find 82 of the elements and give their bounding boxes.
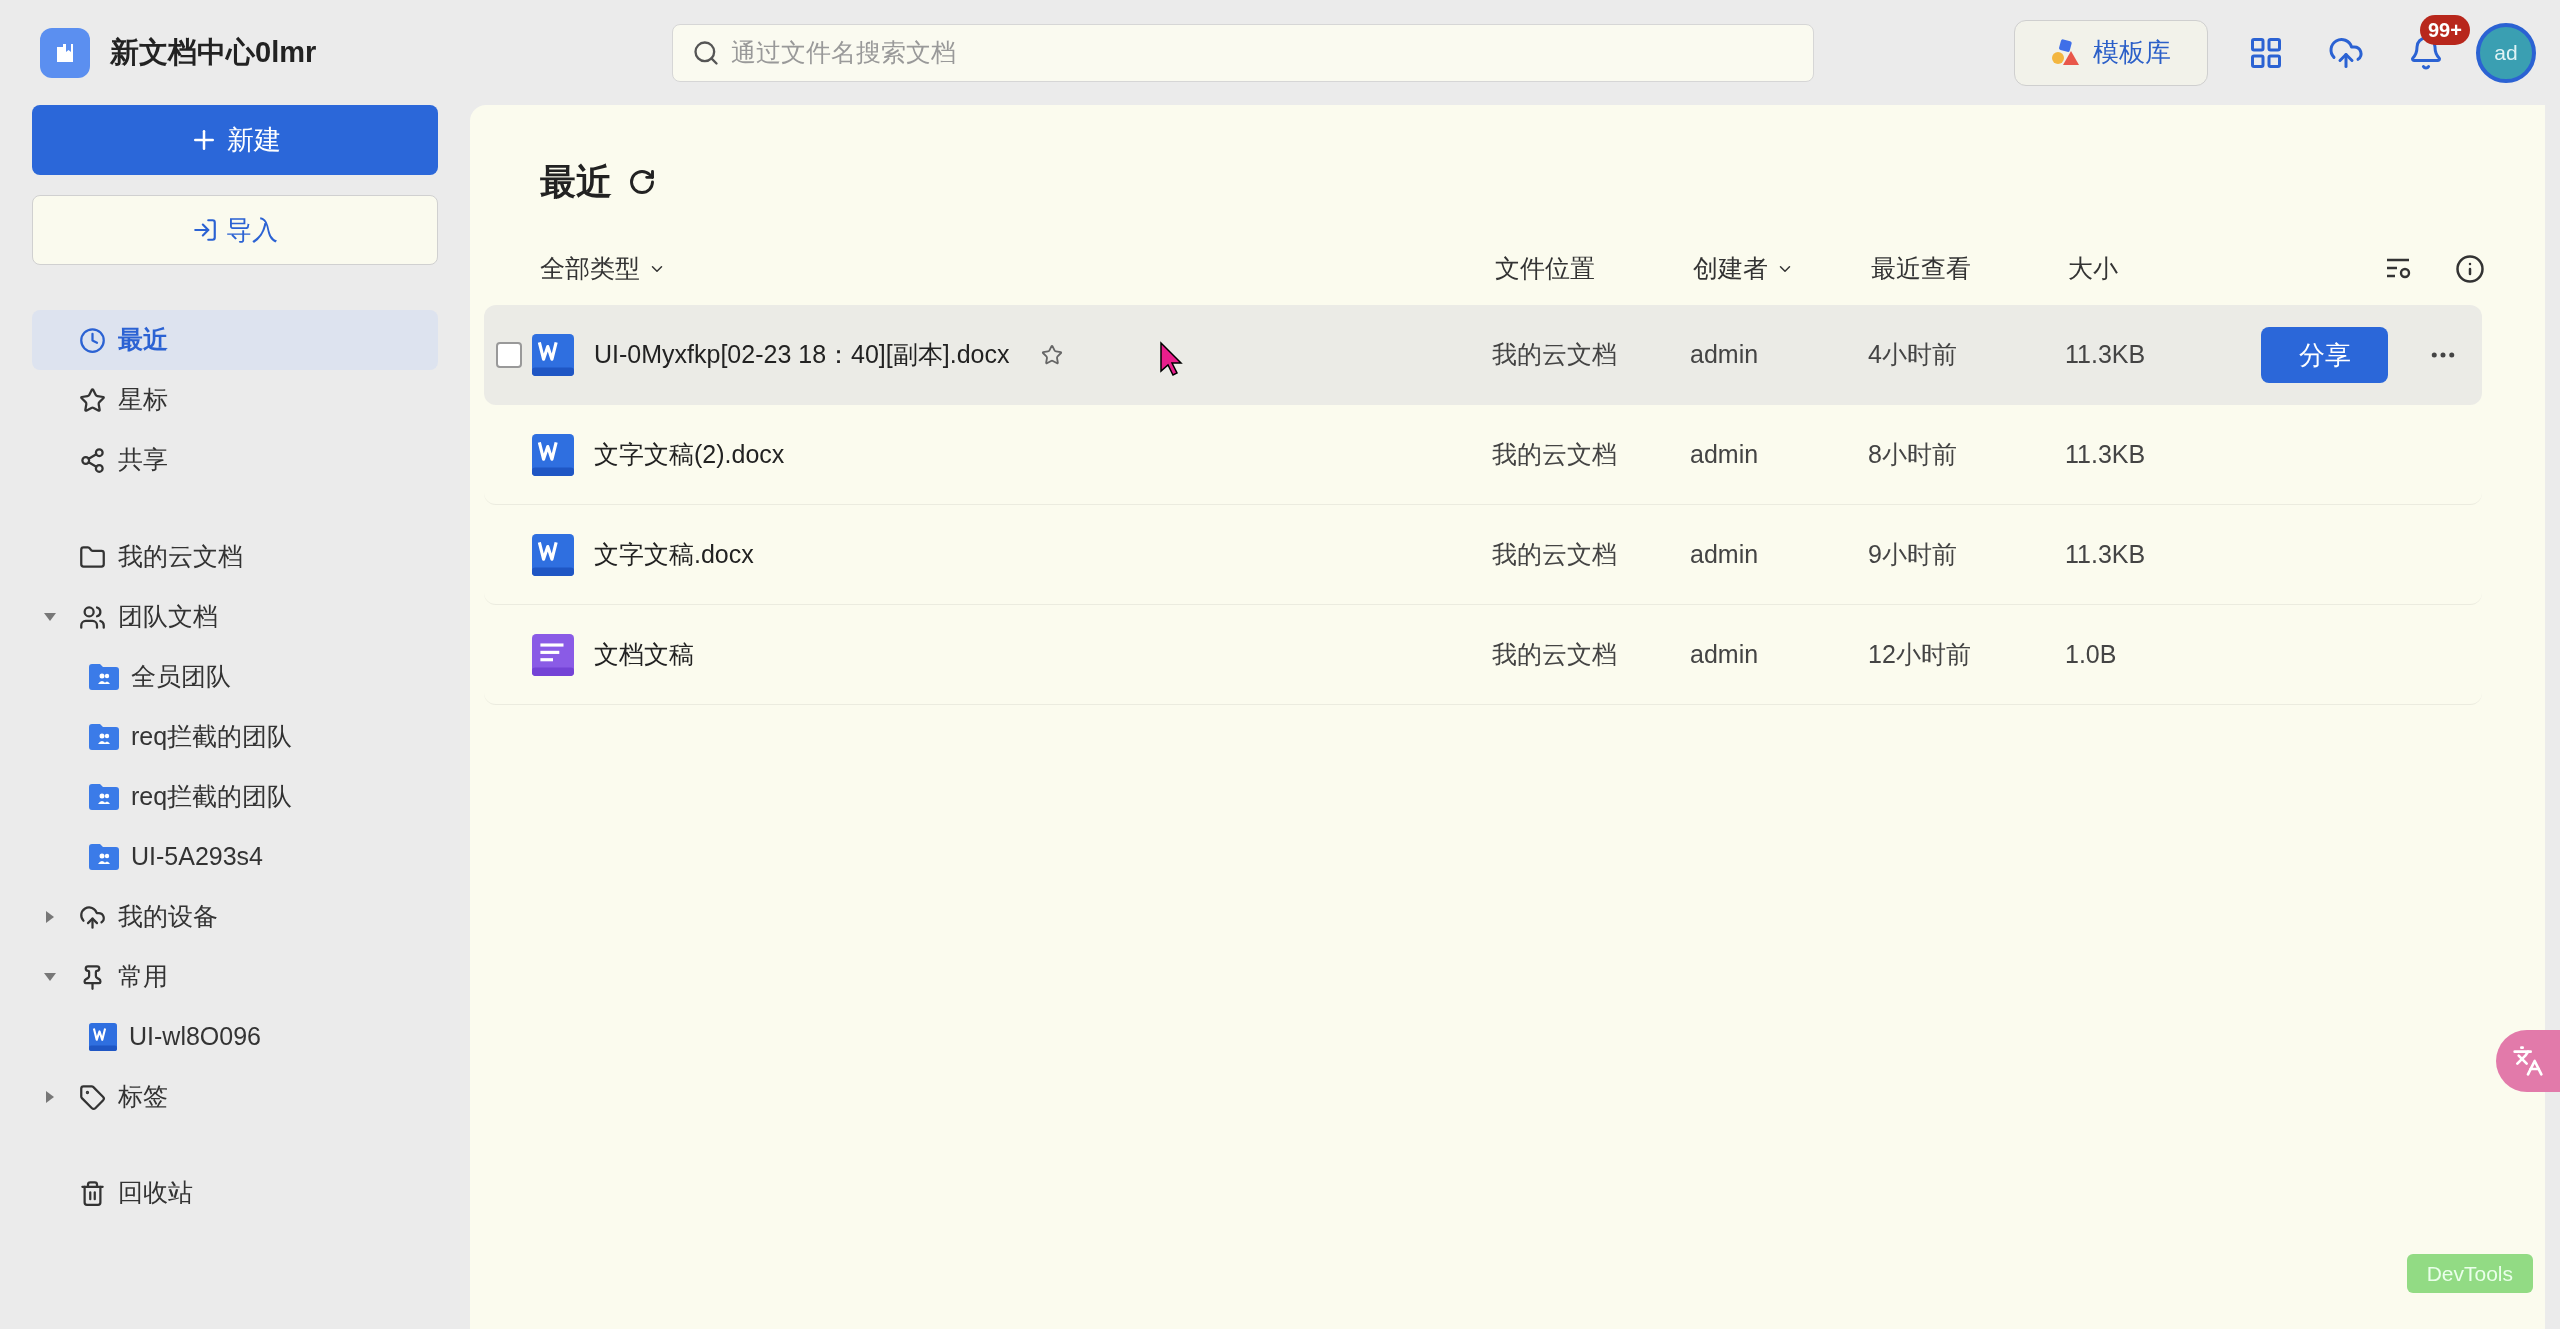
sidebar-item[interactable]: 回收站 (32, 1163, 438, 1223)
notification-badge: 99+ (2420, 14, 2470, 45)
sidebar-item[interactable]: 我的设备 (32, 887, 438, 947)
size-cell-text: 11.3KB (2065, 438, 2147, 470)
file-row[interactable]: UI-0Myxfkp[02-23 18：40][副本].docx 我的云文档 admin 4小时前 11.3KB 分享 (484, 305, 2482, 405)
sidebar-item[interactable]: 共享 (32, 430, 438, 490)
column-header: 大小 (2068, 253, 2118, 285)
sidebar-item[interactable]: 团队文档 (32, 587, 438, 647)
trash-icon (79, 1179, 106, 1207)
caret-right-icon[interactable] (44, 910, 55, 924)
share-icon (79, 446, 106, 474)
file-name[interactable]: 文字文稿(2).docx (594, 435, 785, 474)
word-file-icon (532, 433, 574, 476)
location-cell-text: 我的云文档 (1492, 638, 1618, 670)
people-icon (79, 603, 106, 631)
creator-cell-text: admin (1690, 339, 1760, 371)
import-icon (192, 217, 218, 243)
folder-icon (79, 543, 106, 571)
caret-right-icon[interactable] (44, 1090, 55, 1104)
column-header[interactable]: 创建者 (1693, 250, 1794, 288)
star-icon[interactable] (1041, 344, 1064, 366)
search-field[interactable]: 通过文件名搜索文档 (672, 23, 1814, 82)
creator-cell-text: admin (1690, 538, 1760, 570)
column-header: 文件位置 (1495, 253, 1595, 285)
caret-down-icon[interactable] (42, 972, 57, 982)
file-row[interactable]: 文字文稿.docx 我的云文档 admin 9小时前 11.3KB (484, 505, 2482, 605)
column-header: 最近查看 (1871, 253, 1971, 285)
star-icon (79, 386, 106, 414)
team-folder-icon (89, 724, 119, 750)
file-name[interactable]: UI-0Myxfkp[02-23 18：40][副本].docx (594, 336, 1010, 374)
size-cell-text: 11.3KB (2065, 339, 2147, 371)
share-button[interactable]: 分享 (2261, 327, 2388, 383)
location-cell-text: 我的云文档 (1492, 438, 1618, 470)
creator-cell-text: admin (1690, 638, 1760, 670)
size-cell-text: 1.0B (2065, 638, 2118, 670)
search-icon (692, 38, 720, 67)
sidebar-item[interactable]: 全员团队 (32, 647, 438, 707)
refresh-icon[interactable] (628, 168, 656, 196)
app-title: 新文档中心0lmr (110, 34, 317, 70)
sidebar-item[interactable]: 常用 (32, 947, 438, 1007)
sidebar-item[interactable]: 最近 (32, 310, 438, 370)
viewed-time-cell-text: 8小时前 (1868, 438, 1958, 470)
document-file-icon (532, 633, 574, 676)
file-name[interactable]: 文档文稿 (594, 635, 694, 674)
cloud-upload-icon (79, 903, 106, 931)
import-button[interactable]: 导入 (32, 195, 438, 265)
size-cell-text: 11.3KB (2065, 538, 2147, 570)
word-file-icon (532, 533, 574, 576)
page-title: 最近 (540, 160, 612, 204)
file-row[interactable]: 文字文稿(2).docx 我的云文档 admin 8小时前 11.3KB (484, 405, 2482, 505)
template-button[interactable]: 模板库 (2014, 19, 2208, 86)
shapes-icon (2051, 38, 2081, 67)
viewed-time-cell-text: 4小时前 (1868, 339, 1958, 371)
info-icon[interactable] (2455, 254, 2485, 284)
caret-down-icon[interactable] (42, 612, 57, 622)
location-cell-text: 我的云文档 (1492, 339, 1618, 371)
viewed-time-cell-text: 12小时前 (1868, 638, 1972, 670)
word-file-icon (89, 1023, 117, 1051)
team-folder-icon (89, 844, 119, 870)
team-folder-icon (89, 784, 119, 810)
team-folder-icon (89, 664, 119, 690)
sidebar-item[interactable]: req拦截的团队 (32, 767, 438, 827)
column-header[interactable]: 全部类型 (540, 250, 666, 288)
tag-icon (79, 1083, 106, 1111)
sidebar-item[interactable]: UI-5A293s4 (32, 827, 438, 887)
new-button[interactable]: 新建 (32, 105, 438, 175)
word-file-icon (532, 334, 574, 376)
sidebar-item[interactable]: 我的云文档 (32, 527, 438, 587)
sidebar-item[interactable]: 标签 (32, 1067, 438, 1127)
sidebar-item[interactable]: req拦截的团队 (32, 707, 438, 767)
clock-icon (79, 326, 106, 354)
sidebar-item[interactable]: UI-wl8O096 (32, 1007, 438, 1067)
file-row[interactable]: 文档文稿 我的云文档 admin 12小时前 1.0B (484, 605, 2482, 705)
translate-icon[interactable] (2512, 1045, 2544, 1077)
mouse-pointer-icon (1159, 341, 1186, 377)
location-cell-text: 我的云文档 (1492, 538, 1618, 570)
file-name[interactable]: 文字文稿.docx (594, 535, 754, 574)
sidebar-item[interactable]: 星标 (32, 370, 438, 430)
viewed-time-cell-text: 9小时前 (1868, 538, 1958, 570)
creator-cell-text: admin (1690, 438, 1760, 470)
row-checkbox[interactable] (496, 342, 522, 368)
logo-icon (40, 27, 90, 78)
